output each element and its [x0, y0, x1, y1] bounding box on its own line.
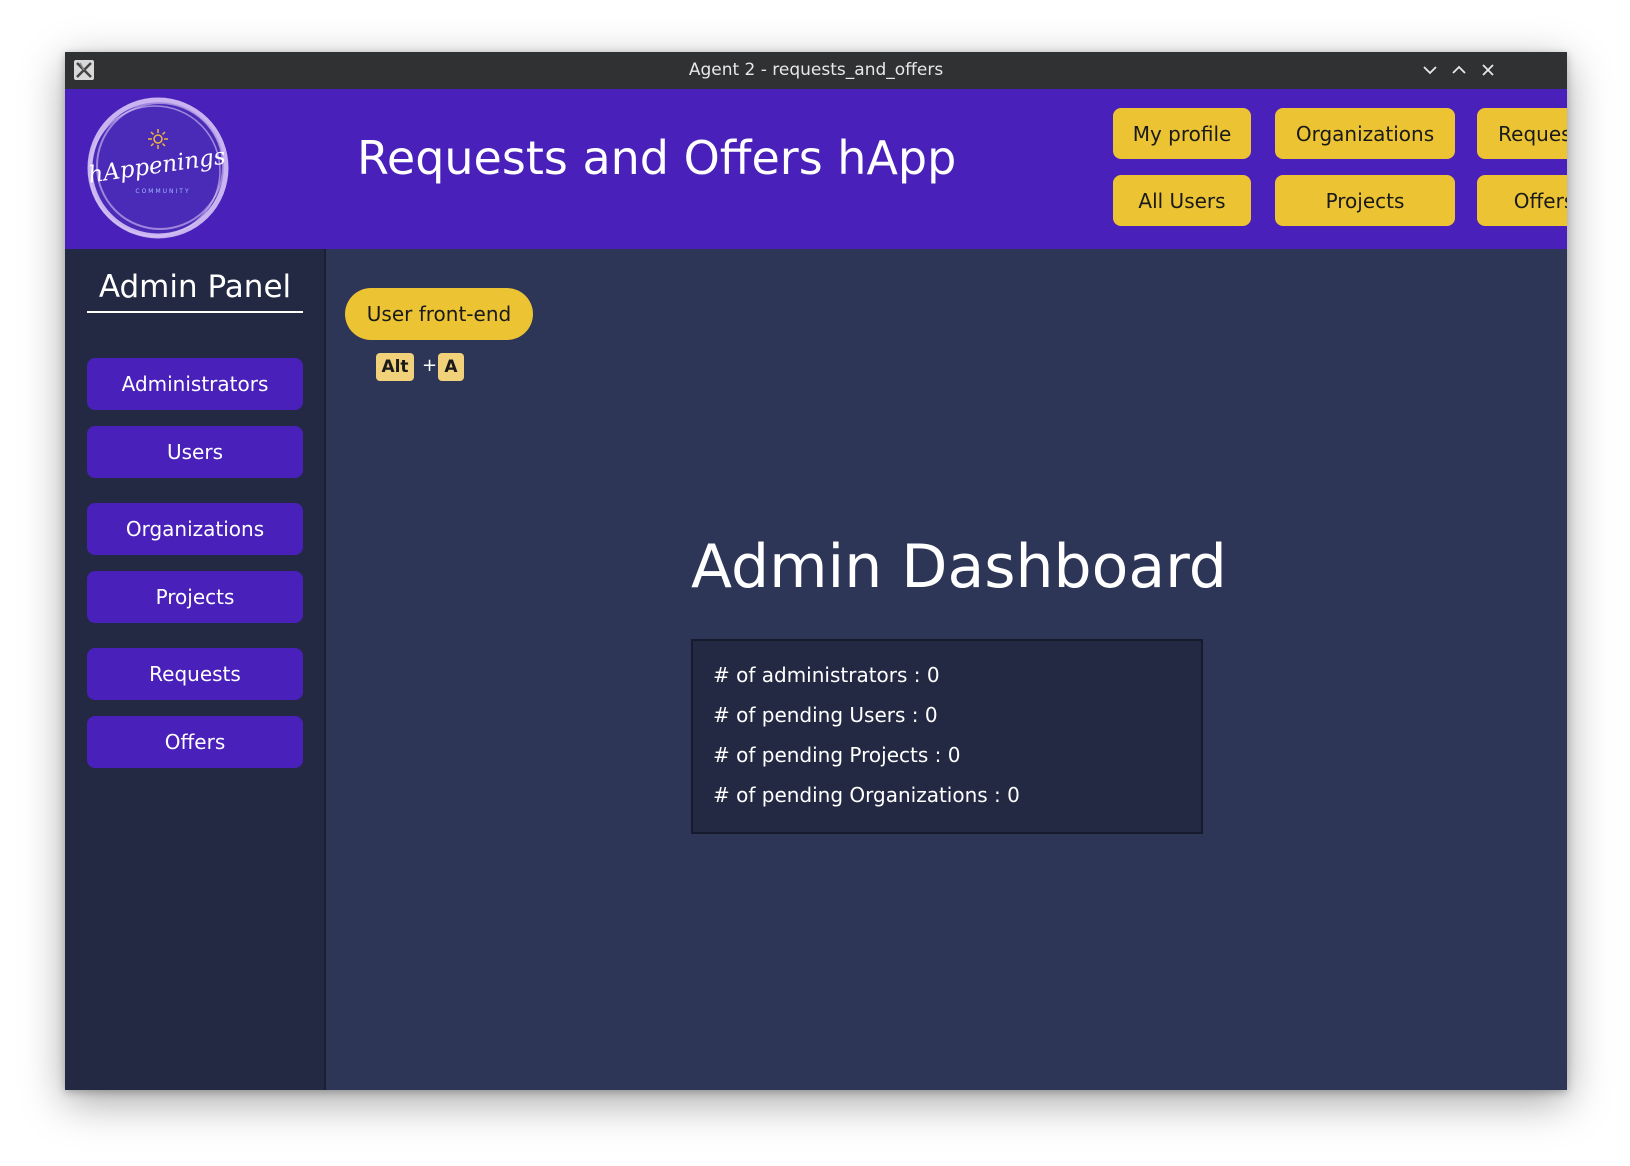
kbd-plus: + [422, 355, 438, 376]
kbd-a: A [438, 353, 464, 381]
kbd-alt: Alt [376, 353, 414, 381]
admin-sidebar: Admin Panel Administrators Users Organiz… [65, 249, 326, 1090]
happenings-logo[interactable]: hAppenings COMMUNITY [85, 95, 231, 241]
sidebar-item-projects[interactable]: Projects [87, 571, 303, 623]
app-header: hAppenings COMMUNITY Requests and Offers… [65, 89, 1567, 249]
sidebar-item-offers[interactable]: Offers [87, 716, 303, 768]
nav-all-users-button[interactable]: All Users [1113, 175, 1251, 226]
svg-text:COMMUNITY: COMMUNITY [135, 188, 190, 195]
app-title: Requests and Offers hApp [357, 131, 957, 185]
nav-my-profile-button[interactable]: My profile [1113, 108, 1251, 159]
window-title: Agent 2 - requests_and_offers [688, 60, 944, 80]
stats-panel: # of administrators : 0 # of pending Use… [691, 639, 1203, 834]
app-window: Agent 2 - requests_and_offers hAppenings… [65, 52, 1567, 1090]
stat-pending-projects: # of pending Projects : 0 [713, 743, 961, 767]
window-titlebar: Agent 2 - requests_and_offers [65, 52, 1567, 89]
sidebar-item-organizations[interactable]: Organizations [87, 503, 303, 555]
nav-projects-button[interactable]: Projects [1275, 175, 1455, 226]
stat-pending-organizations: # of pending Organizations : 0 [713, 783, 1020, 807]
close-icon[interactable] [1479, 61, 1497, 79]
maximize-icon[interactable] [1450, 61, 1468, 79]
minimize-icon[interactable] [1421, 61, 1439, 79]
dashboard-title: Admin Dashboard [691, 532, 1227, 602]
user-frontend-button[interactable]: User front-end [345, 288, 533, 340]
sidebar-item-users[interactable]: Users [87, 426, 303, 478]
nav-offers-button[interactable]: Offers [1477, 175, 1567, 226]
sidebar-item-requests[interactable]: Requests [87, 648, 303, 700]
stat-pending-users: # of pending Users : 0 [713, 703, 938, 727]
main-content: User front-end Alt + A Admin Dashboard #… [326, 249, 1567, 1090]
stat-administrators: # of administrators : 0 [713, 663, 940, 687]
sidebar-item-administrators[interactable]: Administrators [87, 358, 303, 410]
nav-organizations-button[interactable]: Organizations [1275, 108, 1455, 159]
sidebar-title: Admin Panel [87, 269, 303, 313]
nav-requests-button[interactable]: Requests [1477, 108, 1567, 159]
